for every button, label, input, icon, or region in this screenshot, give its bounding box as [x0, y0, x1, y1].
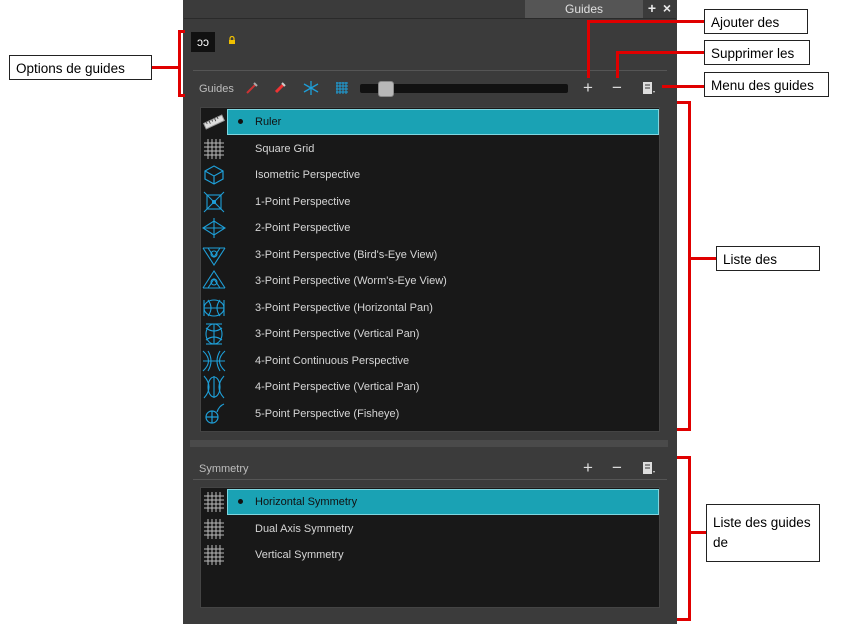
guide-label: 3-Point Perspective (Worm's-Eye View)	[255, 275, 447, 287]
callout-options: Options de guides	[9, 55, 152, 80]
guide-label: 4-Point Continuous Perspective	[255, 354, 410, 367]
grid-icon	[204, 545, 224, 565]
lock-to-guide-icon[interactable]	[272, 80, 288, 96]
guide-label: 5-Point Perspective (Fisheye)	[255, 407, 400, 420]
callout-symmetry-list: Liste des guides de	[706, 504, 820, 562]
cube-icon	[204, 165, 224, 185]
fisheye-icon	[205, 402, 225, 424]
tab-bar-divider	[184, 18, 676, 19]
guides-list: Ruler Square Grid Isometric Perspective 1-P…	[200, 107, 660, 432]
guide-row[interactable]: 3-Point Perspective (Vertical Pan)	[201, 321, 659, 347]
guide-label: 1-Point Perspective	[255, 195, 351, 208]
guide-label: Ruler	[255, 116, 282, 128]
align-to-guide-icon[interactable]	[244, 80, 260, 96]
callout-line	[152, 66, 180, 69]
selection-highlight	[227, 109, 659, 135]
callout-line	[688, 456, 691, 621]
guide-row[interactable]: Isometric Perspective	[201, 162, 659, 188]
toolbar-separator	[193, 70, 667, 71]
callout-list: Liste des	[716, 246, 820, 271]
callout-menu: Menu des guides	[704, 72, 829, 97]
lock-icon[interactable]	[228, 36, 236, 44]
callout-line	[178, 94, 185, 97]
guide-row[interactable]: 3-Point Perspective (Horizontal Pan)	[201, 295, 659, 321]
callout-line	[587, 20, 590, 78]
guide-label: Isometric Perspective	[255, 169, 361, 181]
symmetry-label: Vertical Symmetry	[255, 549, 344, 561]
grid-icon	[204, 518, 224, 539]
remove-guide-button[interactable]: −	[609, 79, 625, 96]
symmetry-label: Dual Axis Symmetry	[255, 522, 354, 535]
three-point-worm-icon	[202, 269, 226, 289]
ruler-icon	[203, 114, 225, 130]
callout-line	[688, 531, 706, 534]
grid-icon	[204, 138, 224, 159]
callout-line	[688, 101, 691, 431]
callout-line	[178, 30, 181, 97]
guide-row[interactable]: 2-Point Perspective	[201, 215, 659, 241]
guide-row[interactable]: 4-Point Continuous Perspective	[201, 348, 659, 374]
active-indicator	[238, 119, 243, 124]
guide-options-button[interactable]: ɔɔ	[191, 32, 215, 52]
guides-menu-icon[interactable]	[641, 80, 657, 96]
add-guide-button[interactable]: +	[580, 79, 596, 96]
three-point-hpan-icon	[203, 298, 225, 317]
guide-label: Square Grid	[255, 142, 315, 155]
callout-line	[616, 51, 619, 78]
guide-label: 3-Point Perspective (Horizontal Pan)	[255, 301, 433, 314]
guide-row[interactable]: 1-Point Perspective	[201, 189, 659, 215]
callout-line	[688, 257, 716, 260]
guide-row[interactable]: 3-Point Perspective (Bird's-Eye View)	[201, 242, 659, 268]
callout-line	[587, 20, 705, 23]
callout-line	[662, 85, 705, 88]
active-indicator	[238, 499, 243, 504]
symmetry-row[interactable]: Dual Axis Symmetry	[201, 516, 659, 542]
guide-label: 3-Point Perspective (Bird's-Eye View)	[255, 248, 438, 261]
symmetry-row[interactable]: Vertical Symmetry	[201, 542, 659, 568]
symmetry-list: Horizontal Symmetry Dual Axis Symmetry Ver…	[200, 487, 660, 608]
four-point-vpan-icon	[203, 375, 225, 399]
slider-handle[interactable]	[378, 81, 394, 97]
symmetry-label: Symmetry	[199, 463, 249, 475]
vanishing-point-icon[interactable]	[303, 80, 319, 96]
symmetry-row[interactable]: Horizontal Symmetry	[201, 489, 659, 515]
guide-row[interactable]: 4-Point Perspective (Vertical Pan)	[201, 374, 659, 400]
callout-line	[677, 618, 691, 621]
callout-line	[178, 30, 185, 33]
close-icon[interactable]: ×	[660, 0, 674, 18]
guides-label: Guides	[199, 83, 234, 95]
grid-display-icon[interactable]	[334, 80, 350, 96]
guide-row[interactable]: 5-Point Perspective (Fisheye)	[201, 401, 659, 427]
symmetry-menu-icon[interactable]	[641, 460, 657, 476]
remove-symmetry-button[interactable]: −	[609, 459, 625, 476]
symmetry-separator	[193, 479, 667, 480]
four-point-continuous-icon	[202, 350, 226, 371]
guide-label: 2-Point Perspective	[255, 222, 351, 234]
callout-add: Ajouter des	[704, 9, 808, 34]
guide-row[interactable]: Square Grid	[201, 136, 659, 162]
one-point-icon	[203, 191, 225, 212]
symmetry-label: Horizontal Symmetry	[255, 496, 358, 508]
guide-label: 4-Point Perspective (Vertical Pan)	[255, 381, 420, 393]
two-point-icon	[202, 218, 226, 238]
panel-splitter[interactable]	[190, 440, 668, 447]
callout-remove: Supprimer les	[704, 40, 810, 65]
add-symmetry-button[interactable]: +	[580, 459, 596, 476]
add-view-icon[interactable]: +	[645, 0, 659, 18]
guide-label: 3-Point Perspective (Vertical Pan)	[255, 328, 420, 340]
three-point-vpan-icon	[205, 323, 223, 345]
guide-row[interactable]: 3-Point Perspective (Worm's-Eye View)	[201, 268, 659, 294]
callout-line	[677, 428, 691, 431]
three-point-bird-icon	[202, 246, 226, 266]
tab-guides[interactable]: Guides	[525, 0, 643, 18]
guide-row[interactable]: Ruler	[201, 109, 659, 135]
grid-icon	[204, 492, 224, 512]
callout-line	[616, 51, 705, 54]
